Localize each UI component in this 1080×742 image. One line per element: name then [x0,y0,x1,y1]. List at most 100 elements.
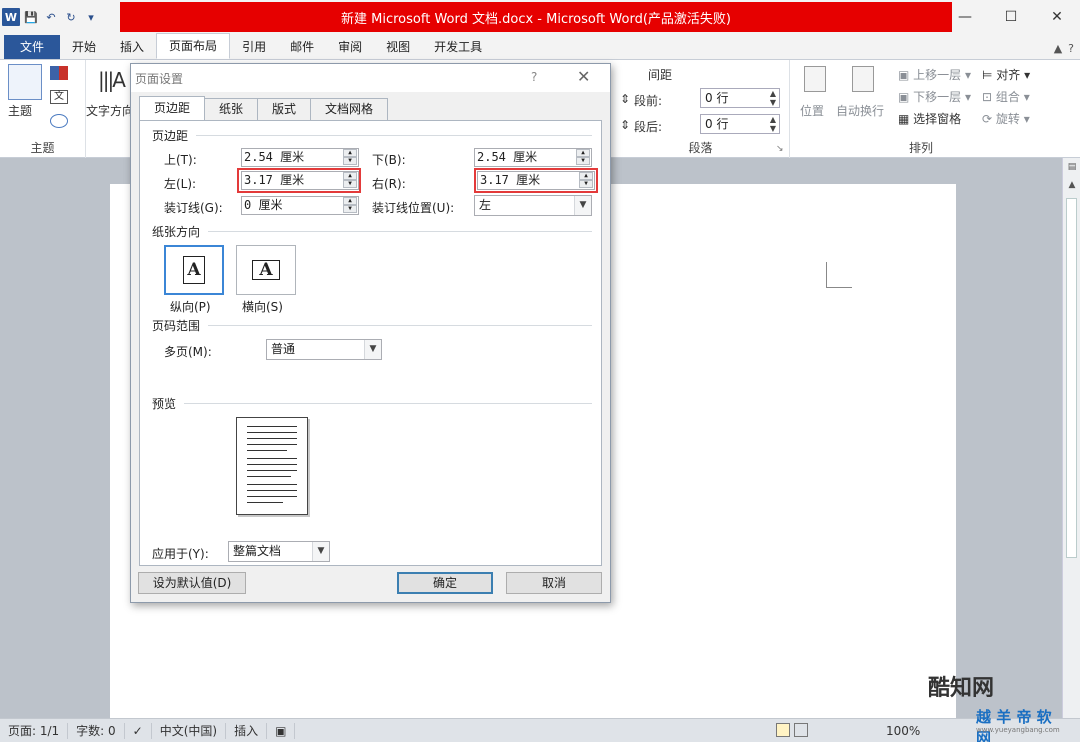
dialog-help-button[interactable]: ? [531,70,537,84]
apply-to-select[interactable]: 整篇文档 ▼ [228,541,330,562]
bring-forward-label: 上移一层 [913,68,962,82]
tab-mailings[interactable]: 邮件 [278,35,326,59]
tab-references[interactable]: 引用 [230,35,278,59]
redo-icon[interactable]: ↻ [62,8,80,26]
spin-up-icon[interactable]: ▲ [576,149,590,157]
selection-pane-button[interactable]: ▦ 选择窗格 [898,110,961,127]
text-direction-icon[interactable]: |||A [98,68,126,92]
tab-page-layout[interactable]: 页面布局 [156,33,231,59]
rotate-button[interactable]: ⟳ 旋转 ▾ [982,110,1030,127]
collapse-ribbon-icon[interactable]: ▲ [1054,42,1062,55]
tab-home[interactable]: 开始 [60,35,108,59]
spin-down-icon[interactable]: ▼ [343,180,357,188]
page-count[interactable]: 页面: 1/1 [0,722,69,739]
spacing-after-input[interactable]: 0 行 ▲ ▼ [700,114,780,134]
page-setup-dialog: 页面设置 ? ✕ 页边距 纸张 版式 文档网格 页边距 上(T): 2.54 厘… [130,63,611,603]
cancel-button[interactable]: 取消 [506,572,602,594]
spinner-icon[interactable]: ▲ ▼ [767,115,779,133]
text-direction-button[interactable]: 文字方向 [86,102,134,119]
save-icon[interactable]: 💾 [22,8,40,26]
proofing-icon[interactable]: ✓ [125,722,152,739]
chevron-down-icon[interactable]: ▼ [364,340,381,359]
dialog-launcher-icon[interactable]: ↘ [776,144,784,154]
ruler-toggle-icon[interactable]: ▤ [1063,162,1080,172]
spin-down-icon[interactable]: ▼ [343,157,357,165]
set-default-button[interactable]: 设为默认值(D) [138,572,246,594]
scroll-up-icon[interactable]: ▲ [1063,180,1080,190]
top-margin-input[interactable]: 2.54 厘米 ▲ ▼ [241,148,359,167]
arrange-group-label: 排列 [908,141,933,155]
spacing-after-label: 段后: [634,120,663,134]
gutter-position-select[interactable]: 左 ▼ [474,195,592,216]
tab-document-grid[interactable]: 文档网格 [310,98,389,120]
theme-colors-icon[interactable] [50,66,68,80]
customize-qat-icon[interactable]: ▾ [82,8,100,26]
group-button[interactable]: ⊡ 组合 ▾ [982,88,1030,105]
align-button[interactable]: ⊨ 对齐 ▾ [982,66,1030,83]
spin-up-icon[interactable]: ▲ [579,172,593,180]
send-backward-button[interactable]: ▣ 下移一层 ▾ [898,88,971,105]
spacing-before-input[interactable]: 0 行 ▲ ▼ [700,88,780,108]
tab-layout[interactable]: 版式 [257,98,312,120]
portrait-option[interactable]: A [164,245,224,295]
title-bar: W 💾 ↶ ↻ ▾ 新建 Microsoft Word 文档.docx - Mi… [0,0,1080,34]
position-button[interactable]: 位置 [800,102,824,119]
spin-up-icon[interactable]: ▲ [343,197,357,205]
reading-view-icon[interactable] [794,723,808,737]
maximize-button[interactable]: ☐ [988,0,1034,34]
help-icon[interactable]: ? [1068,42,1074,55]
chevron-down-icon[interactable]: ▼ [312,542,329,561]
spin-down-icon[interactable]: ▼ [576,157,590,165]
theme-button[interactable]: 主题 [8,102,32,119]
dialog-title-bar: 页面设置 ? ✕ [131,64,610,92]
multiple-pages-select[interactable]: 普通 ▼ [266,339,382,360]
tab-margins[interactable]: 页边距 [139,96,206,120]
minimize-button[interactable]: — [942,0,988,34]
bring-forward-button[interactable]: ▣ 上移一层 ▾ [898,66,971,83]
landscape-option[interactable]: A [236,245,296,295]
spin-up-icon[interactable]: ▲ [343,172,357,180]
tab-review[interactable]: 审阅 [326,35,374,59]
tab-insert[interactable]: 插入 [108,35,156,59]
tab-paper[interactable]: 纸张 [204,98,259,120]
close-button[interactable]: ✕ [1034,0,1080,34]
word-logo-icon[interactable]: W [2,8,20,26]
watermark-brand-1: 酷知网 [928,676,995,701]
tab-file[interactable]: 文件 [4,35,61,59]
scroll-thumb[interactable] [1066,198,1077,558]
insert-mode[interactable]: 插入 [226,722,268,739]
theme-icon[interactable] [8,64,42,100]
bottom-margin-input[interactable]: 2.54 厘米 ▲ ▼ [474,148,592,167]
spacing-header: 间距 [648,68,673,82]
wrap-text-button[interactable]: 自动换行 [836,102,884,119]
position-icon[interactable] [804,66,826,92]
word-count[interactable]: 字数: 0 [68,722,125,739]
portrait-label[interactable]: 纵向(P) [170,298,211,315]
vertical-scrollbar[interactable]: ▤ ▲ [1062,158,1080,718]
spin-up-icon[interactable]: ▲ [343,149,357,157]
apply-to-label: 应用于(Y): [152,547,209,561]
right-margin-input[interactable]: 3.17 厘米 ▲ ▼ [477,171,595,190]
ok-button[interactable]: 确定 [397,572,493,594]
left-margin-input[interactable]: 3.17 厘米 ▲ ▼ [241,171,359,190]
margin-crop-mark [826,262,852,288]
macro-icon[interactable]: ▣ [267,722,296,739]
landscape-label[interactable]: 横向(S) [242,298,283,315]
spin-down-icon[interactable]: ▼ [579,180,593,188]
tab-view[interactable]: 视图 [374,35,422,59]
undo-icon[interactable]: ↶ [42,8,60,26]
paragraph-group-label: 段落 [688,141,713,155]
spinner-icon[interactable]: ▲ ▼ [767,89,779,107]
wrap-text-icon[interactable] [852,66,874,92]
rotate-label: 旋转 [995,112,1020,126]
watermark-logo: 酷知网 越 羊 帝 软 网 www.yueyangbang.com [918,662,1070,742]
tab-developer[interactable]: 开发工具 [422,35,494,59]
theme-fonts-icon[interactable]: 文 [50,90,68,104]
print-layout-icon[interactable] [776,723,790,737]
chevron-down-icon[interactable]: ▼ [574,196,591,215]
gutter-input[interactable]: 0 厘米 ▲ ▼ [241,196,359,215]
spin-down-icon[interactable]: ▼ [343,205,357,213]
theme-effects-icon[interactable] [50,114,68,128]
dialog-close-button[interactable]: ✕ [577,67,590,86]
language-indicator[interactable]: 中文(中国) [152,722,227,739]
